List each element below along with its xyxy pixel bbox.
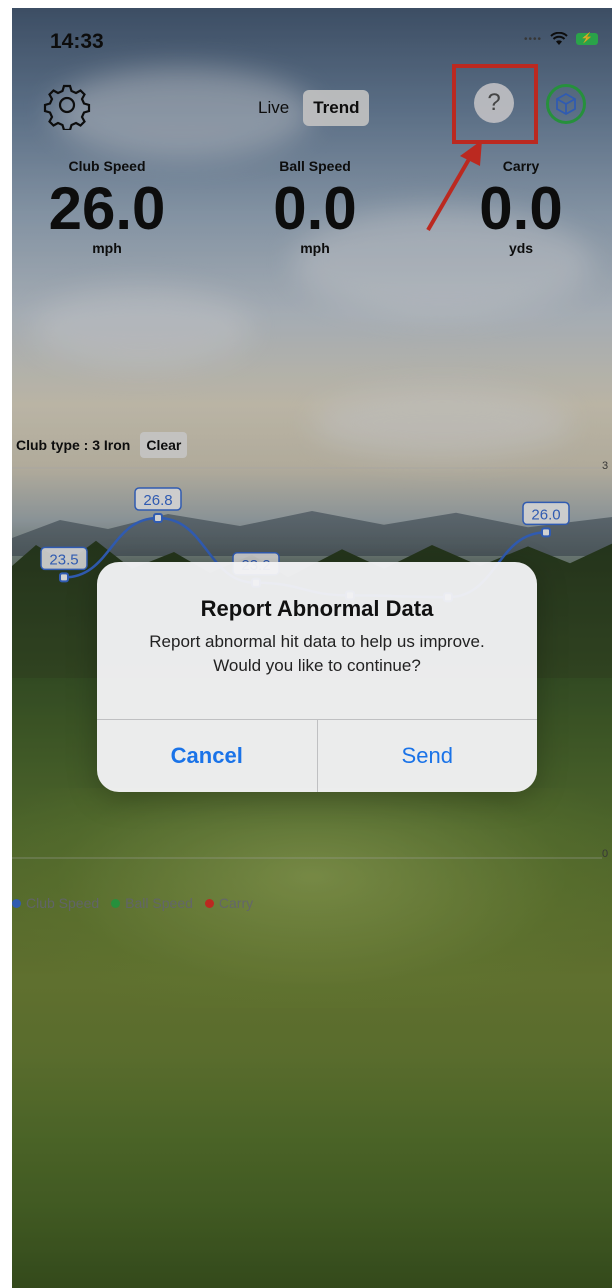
send-button[interactable]: Send <box>318 720 538 792</box>
dialog-message: Report abnormal hit data to help us impr… <box>149 632 485 675</box>
dialog-title: Report Abnormal Data <box>200 596 434 621</box>
cancel-button[interactable]: Cancel <box>97 720 318 792</box>
report-abnormal-dialog: Report Abnormal Data Report abnormal hit… <box>97 562 537 792</box>
app-screen: 14:33 •••• ⚡ Live Trend ? Club Speed 26.… <box>12 8 612 1288</box>
dialog-actions: Cancel Send <box>97 719 537 792</box>
